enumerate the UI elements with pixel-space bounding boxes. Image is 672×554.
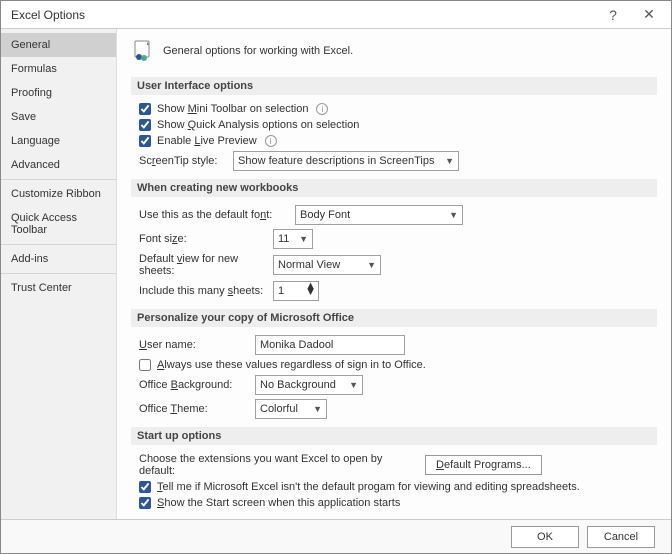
sidebar-item-general[interactable]: General (1, 33, 116, 57)
chevron-down-icon: ▼ (367, 260, 376, 270)
chevron-down-icon: ▼ (299, 234, 308, 244)
spinner-sheet-count-value: 1 (278, 285, 284, 297)
label-office-theme: Office Theme: (139, 403, 249, 415)
select-office-bg-value: No Background (260, 379, 336, 391)
window-title: Excel Options (11, 8, 595, 22)
row-default-view: Default view for new sheets: Normal View… (139, 253, 657, 277)
sidebar-separator (1, 179, 116, 180)
checkbox-quick-analysis[interactable] (139, 119, 151, 131)
chevron-down-icon: ▼ (449, 210, 458, 220)
select-font-size[interactable]: 11 ▼ (273, 229, 313, 249)
sidebar-item-advanced[interactable]: Advanced (1, 153, 116, 177)
section-ui-options: User Interface options (131, 77, 657, 95)
label-font-size: Font size: (139, 233, 267, 245)
select-default-view-value: Normal View (278, 259, 340, 271)
label-username: User name: (139, 339, 249, 351)
input-username[interactable]: Monika Dadool (255, 335, 405, 355)
info-icon[interactable]: i (265, 135, 277, 147)
spinner-sheet-count[interactable]: 1 ▲▼ (273, 281, 319, 301)
button-default-programs[interactable]: Default Programs... (425, 455, 542, 475)
sidebar-item-formulas[interactable]: Formulas (1, 57, 116, 81)
section-personalize: Personalize your copy of Microsoft Offic… (131, 309, 657, 327)
sidebar-item-add-ins[interactable]: Add-ins (1, 247, 116, 271)
row-always-use: Always use these values regardless of si… (139, 359, 657, 371)
checkbox-live-preview[interactable] (139, 135, 151, 147)
chevron-down-icon: ▼ (445, 156, 454, 166)
sidebar: GeneralFormulasProofingSaveLanguageAdvan… (1, 29, 117, 519)
label-tell-me: Tell me if Microsoft Excel isn't the def… (157, 481, 580, 493)
select-office-theme[interactable]: Colorful ▼ (255, 399, 327, 419)
sidebar-item-save[interactable]: Save (1, 105, 116, 129)
row-office-bg: Office Background: No Background ▼ (139, 375, 657, 395)
help-icon[interactable]: ? (595, 7, 631, 23)
section-startup: Start up options (131, 427, 657, 445)
sidebar-separator (1, 273, 116, 274)
select-office-bg[interactable]: No Background ▼ (255, 375, 363, 395)
checkbox-start-screen[interactable] (139, 497, 151, 509)
select-font-size-value: 11 (278, 233, 289, 245)
label-office-bg: Office Background: (139, 379, 249, 391)
info-icon[interactable]: i (316, 103, 328, 115)
ok-button[interactable]: OK (511, 526, 579, 548)
select-screentip-value: Show feature descriptions in ScreenTips (238, 155, 434, 167)
row-username: User name: Monika Dadool (139, 335, 657, 355)
label-live-preview: Enable Live Preview (157, 135, 257, 147)
label-extensions: Choose the extensions you want Excel to … (139, 453, 419, 477)
checkbox-always-use[interactable] (139, 359, 151, 371)
sidebar-separator (1, 244, 116, 245)
select-default-font-value: Body Font (300, 209, 350, 221)
footer: OK Cancel (1, 519, 671, 553)
page-header: General options for working with Excel. (131, 39, 657, 63)
main: GeneralFormulasProofingSaveLanguageAdvan… (1, 29, 671, 519)
titlebar: Excel Options ? ✕ (1, 1, 671, 29)
chevron-down-icon: ▼ (313, 404, 322, 414)
select-office-theme-value: Colorful (260, 403, 298, 415)
section-new-workbooks: When creating new workbooks (131, 179, 657, 197)
label-mini-toolbar: Show Mini Toolbar on selection (157, 103, 308, 115)
label-screentip: ScreenTip style: (139, 155, 227, 167)
sidebar-item-quick-access-toolbar[interactable]: Quick Access Toolbar (1, 206, 116, 242)
label-start-screen: Show the Start screen when this applicat… (157, 497, 400, 509)
content: General options for working with Excel. … (117, 29, 671, 519)
sidebar-item-language[interactable]: Language (1, 129, 116, 153)
label-default-font: Use this as the default font: (139, 209, 289, 221)
row-sheet-count: Include this many sheets: 1 ▲▼ (139, 281, 657, 301)
select-screentip[interactable]: Show feature descriptions in ScreenTips … (233, 151, 459, 171)
row-screentip: ScreenTip style: Show feature descriptio… (139, 151, 657, 171)
cancel-button[interactable]: Cancel (587, 526, 655, 548)
spinner-arrows-icon: ▲▼ (305, 283, 316, 295)
checkbox-tell-me[interactable] (139, 481, 151, 493)
general-options-icon (131, 39, 155, 63)
row-extensions: Choose the extensions you want Excel to … (139, 453, 657, 477)
label-quick-analysis: Show Quick Analysis options on selection (157, 119, 359, 131)
sidebar-item-trust-center[interactable]: Trust Center (1, 276, 116, 300)
label-default-view: Default view for new sheets: (139, 253, 267, 277)
row-default-font: Use this as the default font: Body Font … (139, 205, 657, 225)
input-username-value: Monika Dadool (260, 339, 333, 351)
select-default-font[interactable]: Body Font ▼ (295, 205, 463, 225)
checkbox-mini-toolbar[interactable] (139, 103, 151, 115)
row-font-size: Font size: 11 ▼ (139, 229, 657, 249)
close-icon[interactable]: ✕ (631, 6, 667, 23)
page-header-text: General options for working with Excel. (163, 45, 353, 57)
chevron-down-icon: ▼ (349, 380, 358, 390)
sidebar-item-proofing[interactable]: Proofing (1, 81, 116, 105)
row-mini-toolbar: Show Mini Toolbar on selection i (139, 103, 657, 115)
sidebar-item-customize-ribbon[interactable]: Customize Ribbon (1, 182, 116, 206)
row-live-preview: Enable Live Preview i (139, 135, 657, 147)
row-tell-me: Tell me if Microsoft Excel isn't the def… (139, 481, 657, 493)
row-start-screen: Show the Start screen when this applicat… (139, 497, 657, 509)
label-sheet-count: Include this many sheets: (139, 285, 267, 297)
select-default-view[interactable]: Normal View ▼ (273, 255, 381, 275)
label-always-use: Always use these values regardless of si… (157, 359, 426, 371)
row-quick-analysis: Show Quick Analysis options on selection (139, 119, 657, 131)
row-office-theme: Office Theme: Colorful ▼ (139, 399, 657, 419)
